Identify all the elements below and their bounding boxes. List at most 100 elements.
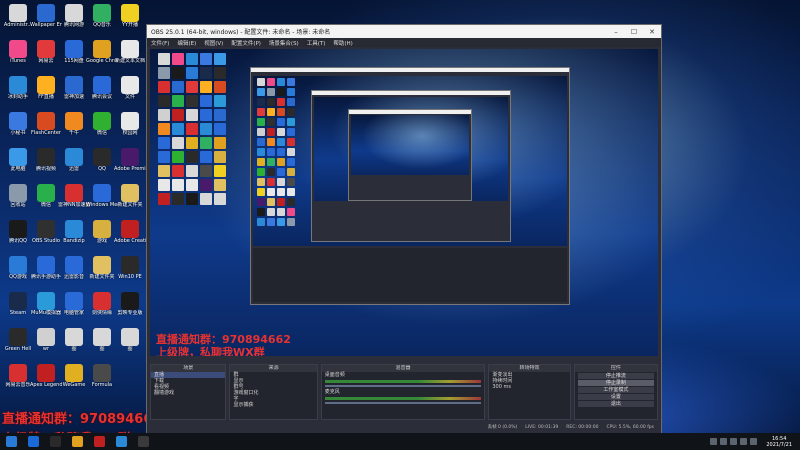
stop-recording-button[interactable]: 停止录制 [577,380,654,386]
preview-app-icon [287,78,295,86]
preview-app-icon [277,78,285,86]
app-icon [9,328,27,346]
obs-titlebar[interactable]: OBS 25.0.1 (64-bit, windows) - 配置文件: 未命名… [147,25,661,38]
close-icon[interactable]: ✕ [643,28,661,36]
preview-app-icon [200,151,212,163]
app-icon [9,112,27,130]
network-icon[interactable] [740,438,748,445]
taskbar-apps [22,433,154,450]
app-icon [9,256,27,274]
app-icon [65,256,83,274]
desktop-icon[interactable]: 校园网 [114,112,146,136]
maximize-icon[interactable]: ☐ [625,28,643,36]
mixer-header: 混音器 [321,365,485,372]
nested-obs-titlebar-1 [251,68,569,72]
preview-app-icon [200,109,212,121]
app-icon [121,112,139,130]
menu-tools[interactable]: 工具(T) [303,39,330,47]
preview-app-icon [200,179,212,191]
menu-edit[interactable]: 编辑(E) [173,39,200,47]
start-button[interactable] [0,433,22,450]
exit-button[interactable]: 退出 [577,401,654,407]
preview-app-icon [257,138,265,146]
stop-streaming-button[interactable]: 停止推流 [577,373,654,379]
preview-app-icon [277,88,285,96]
desktop-icon[interactable]: 新建文本文档 [114,40,146,64]
menu-view[interactable]: 视图(V) [200,39,227,47]
desktop-icon[interactable]: 文件 [114,76,146,100]
app-icon [115,436,127,447]
preview-app-icon [267,178,275,186]
preview-app-icon [277,218,285,226]
preview-app-icon [257,208,265,216]
obs-window[interactable]: OBS 25.0.1 (64-bit, windows) - 配置文件: 未命名… [146,24,662,435]
preview-app-icon [287,98,295,106]
preview-app-icon [287,198,295,206]
preview-app-icon [186,137,198,149]
taskbar-app-button[interactable] [22,433,44,450]
menu-help[interactable]: 帮助(H) [329,39,356,47]
taskbar-clock[interactable]: 16:54 2021/7/21 [766,436,792,448]
tray-icon[interactable] [710,438,718,445]
cpu-fps-status: CPU: 5.5%, 60.00 fps [606,424,655,430]
menu-file[interactable]: 文件(F) [147,39,173,47]
app-icon [93,364,111,382]
preview-app-icon [214,151,226,163]
preview-app-icon [277,138,285,146]
live-status: LIVE: 00:01:39 [525,424,559,430]
desktop-icon[interactable]: YY开播 [114,4,146,28]
menu-profile[interactable]: 配置文件(P) [227,39,265,47]
obs-menubar: 文件(F) 编辑(E) 视图(V) 配置文件(P) 场景集合(S) 工具(T) … [147,38,661,47]
desktop-icon-label: 剪映专业版 [117,310,143,316]
preview-app-icon [267,168,275,176]
app-icon [121,40,139,58]
taskbar-app-button[interactable] [44,433,66,450]
tray-icon[interactable] [720,438,728,445]
studio-mode-button[interactable]: 工作室模式 [577,387,654,393]
audio-mixer-dock: 混音器 桌面音频 麦克风 [320,364,486,420]
app-icon [121,184,139,202]
app-icon [9,40,27,58]
app-icon [93,220,111,238]
preview-app-icon [172,193,184,205]
obs-preview-canvas[interactable]: 直播通知群：970894662 上级牌，私聊我WX群 [150,49,658,356]
desktop-icon-label: Adobe Premie... [114,166,146,172]
taskbar-app-button[interactable] [66,433,88,450]
mic-audio-slider[interactable] [324,402,482,404]
app-icon [37,184,55,202]
desktop-icon[interactable]: 新建文件夹 [114,184,146,208]
taskbar-app-button[interactable] [132,433,154,450]
minimize-icon[interactable]: – [607,28,625,36]
desktop-icon[interactable]: Win10 PE [114,256,146,280]
app-icon [121,220,139,238]
desktop-icon[interactable]: 图 [114,328,146,352]
desktop-audio-slider[interactable] [324,385,482,387]
desktop-icon[interactable]: 剪映专业版 [114,292,146,316]
preview-app-icon [200,53,212,65]
menu-scene-collection[interactable]: 场景集合(S) [265,39,303,47]
preview-app-icon [158,193,170,205]
transition-duration-input[interactable]: 300 ms [489,384,569,390]
desktop-icon-label: 文件 [124,94,135,100]
preview-app-icon [200,165,212,177]
desktop-icon[interactable]: Adobe Creati... [114,220,146,244]
preview-app-icon [277,208,285,216]
scene-item[interactable]: 翻墙游戏 [151,390,225,396]
preview-app-icon [158,137,170,149]
volume-icon[interactable] [750,438,758,445]
taskbar-app-button[interactable] [88,433,110,450]
clock-date: 2021/7/21 [766,441,792,448]
tray-icon[interactable] [730,438,738,445]
preview-app-icon [172,95,184,107]
settings-button[interactable]: 设置 [577,394,654,400]
app-icon [137,436,149,447]
system-tray: 16:54 2021/7/21 [710,436,800,448]
desktop-icon[interactable]: Adobe Premie... [114,148,146,172]
app-icon [121,76,139,94]
preview-app-icon [172,81,184,93]
preview-app-icon [277,188,285,196]
preview-app-icon [200,81,212,93]
desktop-icon[interactable]: Formula [86,364,118,388]
source-item[interactable]: 显示捕获 [230,402,316,408]
taskbar-app-button[interactable] [110,433,132,450]
